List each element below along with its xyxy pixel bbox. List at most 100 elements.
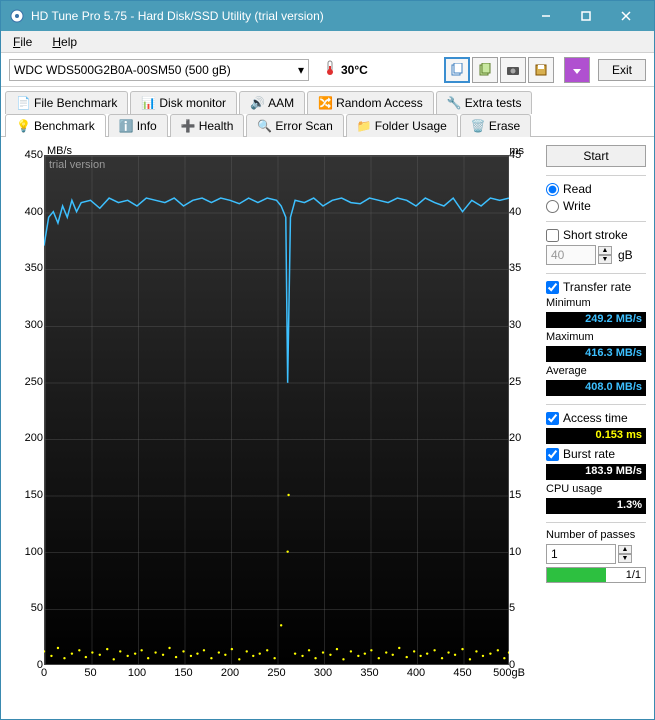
xtick: 450 [453,667,471,679]
tab-folder-usage[interactable]: 📁Folder Usage [346,114,458,137]
short-stroke-check[interactable]: Short stroke [546,228,646,242]
menubar: File Help [1,31,654,53]
burst-rate-value: 183.9 MB/s [546,464,646,480]
short-stroke-spinner[interactable]: ▲▼ [598,246,612,264]
side-panel: Start Read Write Short stroke ▲▼ gB Tran… [546,145,646,685]
copy-screenshot-button[interactable] [472,57,498,83]
tab-icon: 🔧 [447,96,461,110]
tab-random-access[interactable]: 🔀Random Access [307,91,434,114]
ytick-right: 35 [509,262,529,274]
chevron-down-icon: ▾ [298,63,304,77]
ytick-left: 300 [19,319,43,331]
ytick-right: 15 [509,489,529,501]
ytick-right: 30 [509,319,529,331]
exit-button[interactable]: Exit [598,59,646,81]
short-stroke-input[interactable] [546,245,596,265]
ytick-left: 100 [19,546,43,558]
xtick: 150 [174,667,192,679]
ytick-left: 200 [19,432,43,444]
transfer-rate-check[interactable]: Transfer rate [546,280,646,294]
tab-icon: ➕ [181,119,195,133]
tab-file-benchmark[interactable]: 📄File Benchmark [5,91,128,114]
tab-icon: 🗑️ [471,119,485,133]
ytick-left: 150 [19,489,43,501]
options-button[interactable] [564,57,590,83]
minimum-value: 249.2 MB/s [546,312,646,328]
xtick: 250 [267,667,285,679]
tab-icon: 🔊 [250,96,264,110]
average-value: 408.0 MB/s [546,380,646,396]
ytick-right: 40 [509,206,529,218]
minimize-button[interactable] [526,2,566,30]
passes-label: Number of passes [546,529,646,541]
xtick: 100 [128,667,146,679]
minimum-label: Minimum [546,297,646,309]
read-radio[interactable]: Read [546,182,646,196]
xtick: 500gB [493,667,525,679]
ytick-right: 25 [509,376,529,388]
maximum-label: Maximum [546,331,646,343]
passes-input[interactable] [546,544,616,564]
maximum-value: 416.3 MB/s [546,346,646,362]
ytick-right: 20 [509,432,529,444]
menu-help[interactable]: Help [44,33,85,51]
tab-icon: 📁 [357,119,371,133]
titlebar: HD Tune Pro 5.75 - Hard Disk/SSD Utility… [1,1,654,31]
menu-file[interactable]: File [5,33,40,51]
temperature: 30°C [323,60,368,79]
short-stroke-unit: gB [618,248,633,262]
save-button[interactable] [528,57,554,83]
tab-extra-tests[interactable]: 🔧Extra tests [436,91,533,114]
progress-text: 1/1 [626,569,641,581]
xtick: 300 [314,667,332,679]
thermometer-icon [323,60,337,79]
maximize-button[interactable] [566,2,606,30]
screenshot-button[interactable] [500,57,526,83]
ytick-left: 400 [19,206,43,218]
tab-erase[interactable]: 🗑️Erase [460,114,531,137]
tab-icon: 💡 [16,119,30,133]
ytick-right: 45 [509,149,529,161]
tab-benchmark[interactable]: 💡Benchmark [5,114,106,137]
window-title: HD Tune Pro 5.75 - Hard Disk/SSD Utility… [31,9,526,23]
toolbar: WDC WDS500G2B0A-00SM50 (500 gB) ▾ 30°C E… [1,53,654,87]
write-radio[interactable]: Write [546,199,646,213]
tab-icon: 📄 [16,96,30,110]
ytick-left: 0 [19,659,43,671]
ytick-left: 50 [19,602,43,614]
close-button[interactable] [606,2,646,30]
tab-disk-monitor[interactable]: 📊Disk monitor [130,91,237,114]
chart-area: MB/s ms trial version 050100150200250300… [9,145,538,685]
drive-select-label: WDC WDS500G2B0A-00SM50 (500 gB) [14,63,231,77]
xtick: 400 [407,667,425,679]
chart-series [44,155,509,665]
tab-icon: 🔍 [257,119,271,133]
ytick-right: 10 [509,546,529,558]
burst-rate-check[interactable]: Burst rate [546,447,646,461]
tab-error-scan[interactable]: 🔍Error Scan [246,114,343,137]
cpu-usage-label: CPU usage [546,483,646,495]
cpu-usage-value: 1.3% [546,498,646,514]
tabs: 📄File Benchmark📊Disk monitor🔊AAM🔀Random … [1,87,654,137]
drive-select[interactable]: WDC WDS500G2B0A-00SM50 (500 gB) ▾ [9,59,309,81]
tab-aam[interactable]: 🔊AAM [239,91,305,114]
xtick: 350 [360,667,378,679]
access-time-check[interactable]: Access time [546,411,646,425]
start-button[interactable]: Start [546,145,646,167]
average-label: Average [546,365,646,377]
copy-info-button[interactable] [444,57,470,83]
tab-icon: 📊 [141,96,155,110]
xtick: 0 [41,667,47,679]
tab-info[interactable]: ℹ️Info [108,114,168,137]
xtick: 200 [221,667,239,679]
passes-spinner[interactable]: ▲▼ [618,545,632,563]
ytick-left: 350 [19,262,43,274]
tab-icon: ℹ️ [119,119,133,133]
progress-bar: 1/1 [546,567,646,583]
app-icon [9,8,25,24]
tab-health[interactable]: ➕Health [170,114,245,137]
ytick-left: 450 [19,149,43,161]
ytick-left: 250 [19,376,43,388]
xtick: 50 [84,667,96,679]
tab-icon: 🔀 [318,96,332,110]
